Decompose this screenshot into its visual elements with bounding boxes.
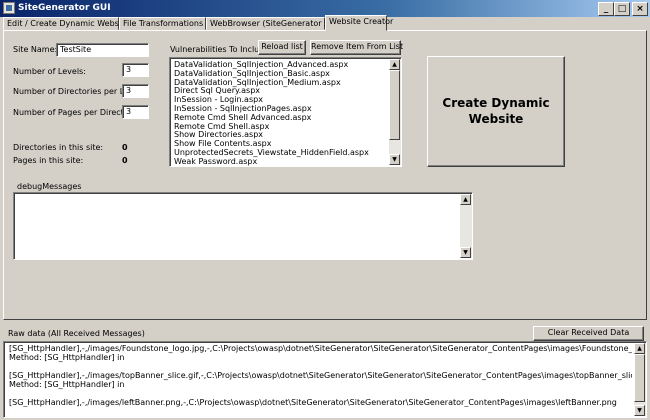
minimize-button[interactable]: _: [598, 2, 614, 16]
raw-data-scrollbar[interactable]: ▲ ▼: [634, 343, 646, 416]
remove-item-button[interactable]: Remove Item From List: [310, 40, 403, 55]
app-icon: [3, 2, 15, 14]
raw-data-label: Raw data (All Received Messages): [8, 329, 145, 338]
scroll-down-arrow-icon[interactable]: ▼: [389, 154, 400, 165]
create-button-line2: Website: [468, 112, 524, 126]
tab-file-transformations[interactable]: File Transformations Log: [119, 17, 220, 30]
main-window: SiteGenerator GUI _ □ × Edit / Create Dy…: [0, 0, 650, 420]
scroll-up-arrow-icon[interactable]: ▲: [460, 194, 471, 205]
log-line: [SG_HttpHandler],-,/images/leftBanner.pn…: [9, 398, 617, 407]
pages-in-site-value: 0: [122, 156, 128, 165]
maximize-button[interactable]: □: [614, 2, 630, 16]
list-item[interactable]: DataValidation_SqlInjection_Basic.aspx: [172, 69, 387, 78]
scroll-up-arrow-icon[interactable]: ▲: [634, 343, 645, 354]
pages-in-site-label: Pages in this site:: [13, 156, 84, 165]
scroll-thumb[interactable]: [389, 70, 400, 140]
tab-edit-create[interactable]: Edit / Create Dynamic Websites: [3, 17, 133, 30]
dirs-in-site-value: 0: [122, 143, 128, 152]
pages-per-dir-label: Number of Pages per Directory: [13, 108, 137, 117]
scroll-up-arrow-icon[interactable]: ▲: [389, 59, 400, 70]
scroll-down-arrow-icon[interactable]: ▼: [460, 247, 471, 258]
site-name-input[interactable]: TestSite: [56, 43, 149, 57]
vulns-items: DataValidation_SqlInjection_Advanced.asp…: [172, 60, 387, 166]
create-button-line1: Create Dynamic: [442, 96, 550, 110]
levels-label: Number of Levels:: [13, 67, 86, 76]
debug-messages-label: debugMessages: [17, 182, 82, 191]
list-item[interactable]: UnprotectedSecrets_Viewstate_HiddenField…: [172, 148, 387, 157]
list-item[interactable]: InSession - Login.aspx: [172, 95, 387, 104]
tab-webbrowser[interactable]: WebBrowser (SiteGenerator Sites): [206, 17, 347, 30]
log-line: [SG_HttpHandler],-,/images/Foundstone_lo…: [9, 344, 632, 353]
debug-messages-textarea[interactable]: ▲ ▼: [13, 192, 473, 260]
vulns-label: Vulnerabilities To Include: [170, 45, 270, 54]
list-item[interactable]: Remote Cmd Shell.aspx: [172, 122, 387, 131]
raw-data-log[interactable]: [SG_HttpHandler],-,/images/Foundstone_lo…: [3, 341, 647, 418]
list-item[interactable]: Remote Cmd Shell Advanced.aspx: [172, 113, 387, 122]
list-item[interactable]: DataValidation_SqlInjection_Medium.aspx: [172, 78, 387, 87]
debug-scrollbar[interactable]: ▲ ▼: [460, 194, 472, 258]
tab-website-creator[interactable]: Website Creator: [325, 15, 393, 31]
raw-data-lines: [SG_HttpHandler],-,/images/Foundstone_lo…: [6, 344, 632, 407]
clear-received-data-button[interactable]: Clear Received Data: [533, 326, 644, 341]
list-item[interactable]: Direct Sql Query.aspx: [172, 86, 387, 95]
levels-input[interactable]: 3: [122, 63, 149, 77]
close-button[interactable]: ×: [632, 2, 648, 16]
window-title: SiteGenerator GUI: [18, 3, 111, 13]
list-item[interactable]: InSession - SqlInjectionPages.aspx: [172, 104, 387, 113]
list-item[interactable]: DataValidation_SqlInjection_Advanced.asp…: [172, 60, 387, 69]
vulns-listbox[interactable]: DataValidation_SqlInjection_Advanced.asp…: [169, 57, 402, 167]
log-line: [SG_HttpHandler],-,/images/topBanner_sli…: [9, 371, 632, 380]
scroll-thumb[interactable]: [634, 354, 645, 402]
scroll-down-arrow-icon[interactable]: ▼: [634, 405, 645, 416]
list-item[interactable]: Show Directories.aspx: [172, 130, 387, 139]
log-line: Method: [SG_HttpHandler] in: [9, 353, 125, 362]
log-line: Method: [SG_HttpHandler] in: [9, 380, 125, 389]
dirs-per-level-input[interactable]: 3: [122, 84, 149, 98]
vulns-scrollbar[interactable]: ▲ ▼: [389, 59, 401, 165]
reload-list-button[interactable]: Reload list: [258, 40, 306, 55]
pages-per-dir-input[interactable]: 3: [122, 105, 149, 119]
dirs-in-site-label: Directories in this site:: [13, 143, 104, 152]
site-name-label: Site Name:: [13, 45, 58, 54]
create-website-button[interactable]: Create Dynamic Website: [427, 56, 565, 167]
list-item[interactable]: Weak Password.aspx: [172, 157, 387, 166]
list-item[interactable]: Show File Contents.aspx: [172, 139, 387, 148]
